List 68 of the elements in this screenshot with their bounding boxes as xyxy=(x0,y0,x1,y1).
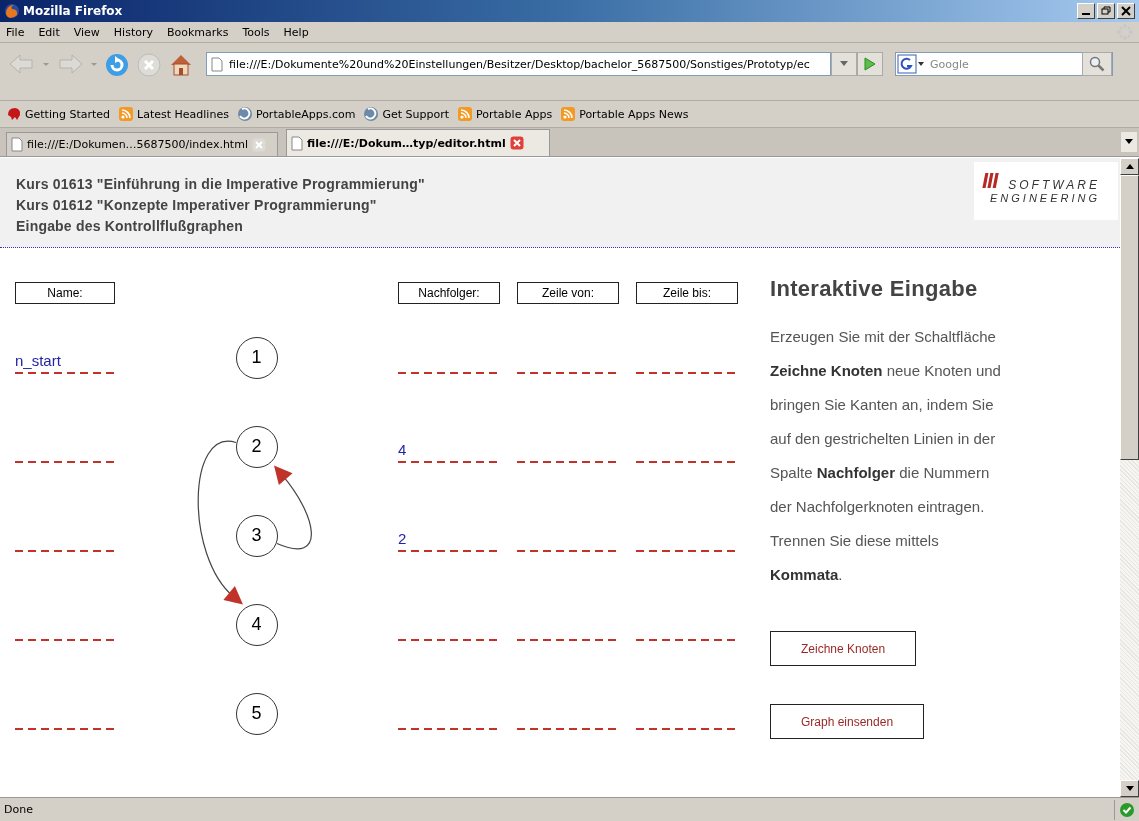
column-header: Zeile von: xyxy=(517,282,619,304)
globe-icon xyxy=(363,106,380,122)
bookmark-item[interactable]: PortableApps.com xyxy=(236,106,356,122)
draw-node-button[interactable]: Zeichne Knoten xyxy=(770,631,917,666)
page-icon xyxy=(11,137,23,152)
window-title: Mozilla Firefox xyxy=(23,4,124,18)
restore-button[interactable] xyxy=(1097,3,1115,19)
minimize-icon xyxy=(1082,13,1090,15)
checkmark-icon xyxy=(1120,802,1134,817)
restore-icon xyxy=(1100,5,1112,17)
menu-item[interactable]: Tools xyxy=(242,25,270,39)
menu-item[interactable]: Edit xyxy=(38,25,60,39)
page-icon xyxy=(291,135,303,151)
submit-graph-button[interactable]: Graph einsenden xyxy=(770,704,925,739)
menu-item[interactable]: Help xyxy=(283,25,309,39)
course-title: Kurs 01613 "Einführung in die Imperative Programmierung" xyxy=(16,176,425,193)
close-tab-icon[interactable] xyxy=(509,136,524,150)
graph-node: 2 xyxy=(235,425,278,468)
globe-icon xyxy=(236,106,253,122)
page-icon xyxy=(211,56,223,72)
scroll-up-button[interactable] xyxy=(1120,158,1139,175)
course-title: Eingabe des Kontrollflußgraphen xyxy=(16,218,245,235)
reload-icon[interactable] xyxy=(104,52,130,78)
rss-feed-icon xyxy=(560,106,577,122)
bookmark-item[interactable]: Portable Apps News xyxy=(560,106,689,122)
menu-item[interactable]: Bookmarks xyxy=(167,25,229,39)
course-title: Kurs 01612 "Konzepte Imperativer Programmierung" xyxy=(16,197,378,214)
scroll-down-button[interactable] xyxy=(1120,780,1139,798)
rss-feed-icon xyxy=(457,106,474,122)
minimize-button[interactable] xyxy=(1077,3,1095,19)
search-engine-button[interactable] xyxy=(896,54,926,74)
caret-icon xyxy=(840,61,848,67)
go-button[interactable] xyxy=(857,52,883,76)
bookmark-item[interactable]: Portable Apps xyxy=(457,106,553,122)
search-field[interactable]: Google xyxy=(895,52,1113,76)
tab-list-button[interactable] xyxy=(1121,132,1137,152)
address-field[interactable]: file:///E:/Dokumente%20und%20Einstellungen/Besitzer/Desktop/bachelor_5687500/Sonstiges/Prototyp/ec xyxy=(206,52,831,76)
down-arrow-icon xyxy=(1125,786,1134,792)
bookmark-item[interactable]: Get Support xyxy=(363,106,450,122)
panel-heading: Interaktive Eingabe xyxy=(770,276,979,302)
browser-tab[interactable]: file:///E:/Dokumen…5687500/index.html xyxy=(6,132,278,156)
browser-tab[interactable]: file:///E:/Dokum…typ/editor.html xyxy=(286,129,550,156)
history-dropdown-button[interactable] xyxy=(831,52,857,76)
graph-node: 3 xyxy=(235,514,278,557)
rss-feed-icon xyxy=(118,106,135,122)
column-header: Nachfolger: xyxy=(398,282,500,304)
menu-item[interactable]: File xyxy=(6,25,25,39)
graph-node: 1 xyxy=(235,336,278,379)
graph-node: 5 xyxy=(235,692,278,735)
up-arrow-icon xyxy=(1125,164,1134,169)
bookmark-item[interactable]: Latest Headlines xyxy=(118,106,229,122)
column-header: Name: xyxy=(15,282,115,304)
menu-item[interactable]: View xyxy=(73,25,100,39)
search-button[interactable] xyxy=(1082,52,1112,76)
status-text: Done xyxy=(4,803,34,817)
instruction-text: Erzeugen Sie mit der Schaltfläche Zeichne Knoten neue Knoten und bringen Sie Kanten an, indem Sie auf den gestrichelten Linien in der Spalte Nachfolger die Nummern der Nachfolgerknoten eintragen. Trennen Sie diese mittels Kommata. xyxy=(770,327,1002,585)
search-icon xyxy=(1089,56,1105,72)
software-engineering-logo: III SOFTWARE ENGINEERING xyxy=(974,162,1118,220)
play-arrow-icon xyxy=(864,57,876,71)
scrollbar-thumb[interactable] xyxy=(1120,175,1139,460)
column-header: Zeile bis: xyxy=(636,282,738,304)
caret-icon xyxy=(1125,139,1133,145)
graph-node: 4 xyxy=(235,603,278,646)
close-icon xyxy=(1120,5,1132,17)
bookmark-item[interactable]: Getting Started xyxy=(6,106,111,122)
close-button[interactable] xyxy=(1117,3,1135,19)
browser-logo-icon xyxy=(4,3,20,19)
menu-item[interactable]: History xyxy=(113,25,153,39)
